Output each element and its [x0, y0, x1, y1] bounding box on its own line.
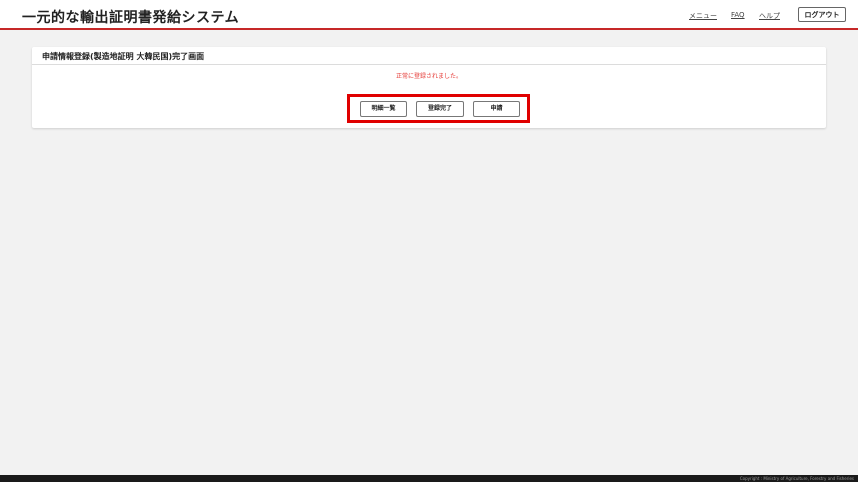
- registration-complete-button[interactable]: 登録完了: [416, 101, 464, 117]
- app-title: 一元的な輸出証明書発給システム: [22, 10, 240, 26]
- success-message: 正常に登録されました。: [395, 73, 462, 80]
- detail-list-button[interactable]: 明細一覧: [360, 101, 407, 117]
- app-header: 一元的な輸出証明書発給システム メニュー FAQ ヘルプ ログアウト: [0, 0, 858, 30]
- panel-divider: [32, 64, 826, 65]
- logout-button[interactable]: ログアウト: [798, 7, 846, 22]
- menu-link[interactable]: メニュー: [689, 11, 717, 21]
- apply-button[interactable]: 申請: [473, 101, 520, 117]
- copyright-text: Copyright : Ministry of Agriculture, For…: [739, 476, 854, 481]
- footer: Copyright : Ministry of Agriculture, For…: [0, 475, 858, 482]
- faq-link[interactable]: FAQ: [731, 11, 745, 19]
- page-title: 申請情報登録(製造地証明 大韓民国)完了画面: [42, 52, 205, 61]
- help-link[interactable]: ヘルプ: [759, 11, 780, 21]
